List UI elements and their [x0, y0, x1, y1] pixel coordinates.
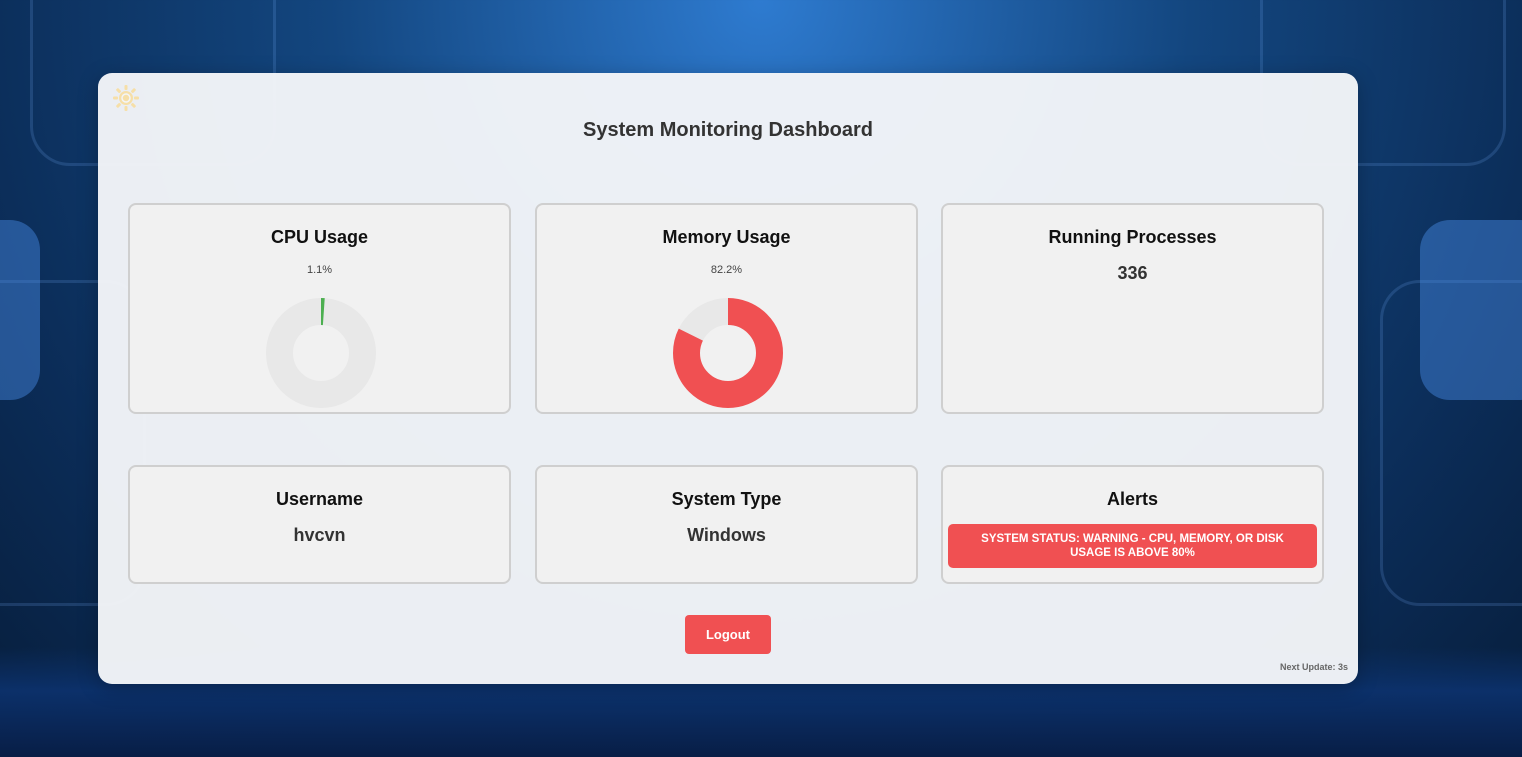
memory-donut-chart [673, 298, 783, 408]
background-shape [1420, 220, 1522, 400]
username-title: Username [275, 489, 364, 509]
memory-usage-percent: 82.2% [710, 264, 743, 276]
username-card: Username hvcvn [128, 465, 511, 584]
cpu-donut-chart [266, 298, 376, 408]
alert-message: SYSTEM STATUS: WARNING - CPU, MEMORY, OR… [948, 524, 1317, 568]
cpu-usage-percent: 1.1% [306, 264, 333, 276]
alerts-card: Alerts SYSTEM STATUS: WARNING - CPU, MEM… [941, 465, 1324, 584]
running-processes-title: Running Processes [1048, 227, 1217, 247]
running-processes-card: Running Processes 336 [941, 203, 1324, 414]
dashboard-panel: System Monitoring Dashboard CPU Usage 1.… [98, 73, 1358, 684]
system-type-title: System Type [671, 489, 782, 509]
cpu-usage-card: CPU Usage 1.1% [128, 203, 511, 414]
page-title: System Monitoring Dashboard [582, 119, 874, 141]
system-type-card: System Type Windows [535, 465, 918, 584]
system-type-value: Windows [687, 525, 766, 545]
logout-button[interactable]: Logout [685, 615, 771, 654]
running-processes-value: 336 [1117, 263, 1148, 283]
username-value: hvcvn [293, 525, 346, 545]
background-shape [0, 220, 40, 400]
next-update-timer: Next Update: 3s [1279, 662, 1348, 672]
alerts-title: Alerts [1106, 489, 1159, 509]
memory-usage-card: Memory Usage 82.2% [535, 203, 918, 414]
sun-icon[interactable] [112, 84, 140, 112]
memory-usage-title: Memory Usage [662, 227, 791, 247]
cpu-usage-title: CPU Usage [270, 227, 369, 247]
